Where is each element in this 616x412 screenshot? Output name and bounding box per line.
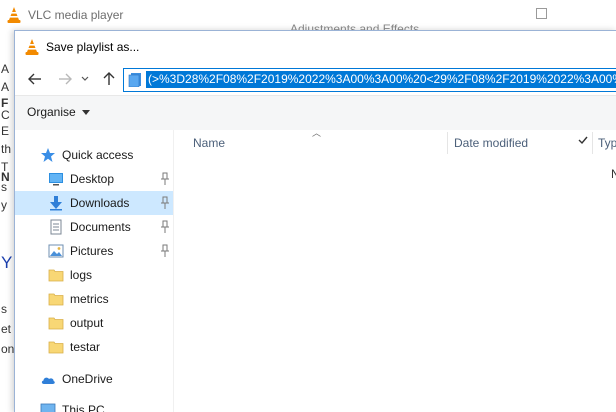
nav-item-label: metrics bbox=[70, 292, 109, 306]
column-divider[interactable] bbox=[592, 132, 593, 154]
maximize-icon[interactable] bbox=[536, 8, 547, 19]
arrow-up-icon bbox=[103, 72, 115, 85]
pin-icon[interactable] bbox=[159, 172, 171, 186]
nav-item-quick-access[interactable]: Quick access bbox=[15, 143, 173, 167]
nav-item-label: Pictures bbox=[70, 244, 114, 258]
sort-ascending-icon: ︿ bbox=[312, 130, 322, 138]
background-text: A bbox=[1, 62, 10, 76]
folder-icon bbox=[48, 341, 64, 354]
address-bar[interactable]: (>%3D28%2F08%2F2019%2022%3A00%3A00%20<29… bbox=[123, 68, 616, 92]
command-bar: Organise bbox=[15, 95, 616, 131]
address-value: (>%3D28%2F08%2F2019%2022%3A00%3A00%20<29… bbox=[146, 71, 616, 88]
organise-button[interactable]: Organise bbox=[27, 105, 90, 119]
nav-item-label: Desktop bbox=[70, 172, 115, 186]
nav-item-pictures[interactable]: Pictures bbox=[15, 239, 173, 263]
organise-label: Organise bbox=[27, 105, 76, 119]
file-list[interactable]: ︿ Name Date modified Typ N bbox=[174, 130, 616, 412]
background-text: on bbox=[1, 342, 15, 356]
nav-item-onedrive[interactable]: OneDrive bbox=[15, 367, 173, 391]
computer-icon bbox=[40, 403, 56, 412]
file-icon bbox=[128, 73, 141, 87]
navigation-bar: (>%3D28%2F08%2F2019%2022%3A00%3A00%20<29… bbox=[15, 63, 616, 95]
downloads-icon bbox=[50, 196, 62, 211]
arrow-right-icon bbox=[59, 73, 72, 85]
navigation-pane: Quick access Desktop Downloads Documents… bbox=[15, 130, 174, 412]
background-text: E bbox=[1, 124, 10, 138]
nav-item-logs[interactable]: logs bbox=[15, 263, 173, 287]
cloud-icon bbox=[41, 377, 55, 384]
save-playlist-dialog: Save playlist as... (>%3D28%2F08%2F2019%… bbox=[14, 30, 616, 412]
nav-item-label: output bbox=[70, 316, 104, 330]
nav-item-this-pc[interactable]: This PC bbox=[15, 398, 173, 412]
nav-item-downloads[interactable]: Downloads bbox=[15, 191, 173, 215]
desktop-icon bbox=[49, 173, 63, 186]
arrow-left-icon bbox=[28, 73, 41, 85]
nav-item-label: This PC bbox=[62, 403, 105, 412]
background-text: y bbox=[1, 198, 7, 212]
nav-item-label: logs bbox=[70, 268, 93, 282]
checkmark-icon bbox=[578, 136, 588, 145]
up-button[interactable] bbox=[99, 69, 119, 89]
column-header-date-modified[interactable]: Date modified bbox=[454, 136, 528, 162]
dialog-titlebar[interactable]: Save playlist as... bbox=[15, 31, 616, 63]
nav-item-documents[interactable]: Documents bbox=[15, 215, 173, 239]
nav-item-label: Quick access bbox=[62, 148, 134, 162]
pin-icon[interactable] bbox=[159, 220, 171, 234]
forward-button[interactable] bbox=[55, 69, 75, 89]
column-header-name[interactable]: Name bbox=[193, 136, 225, 162]
file-list-partial-text: N bbox=[611, 167, 616, 181]
nav-item-testar[interactable]: testar bbox=[15, 335, 173, 359]
nav-item-label: Documents bbox=[70, 220, 131, 234]
caret-down-icon bbox=[81, 110, 90, 116]
folder-icon bbox=[48, 293, 64, 306]
pictures-icon bbox=[48, 244, 64, 258]
vlc-cone-icon bbox=[25, 39, 39, 55]
background-text: s bbox=[1, 180, 7, 194]
back-button[interactable] bbox=[25, 69, 45, 89]
chevron-down-icon bbox=[81, 76, 89, 81]
nav-item-metrics[interactable]: metrics bbox=[15, 287, 173, 311]
column-divider[interactable] bbox=[447, 132, 448, 154]
folder-icon bbox=[48, 269, 64, 282]
nav-item-label: testar bbox=[70, 340, 101, 354]
background-text: et bbox=[1, 322, 12, 336]
background-text: Y bbox=[1, 253, 13, 272]
documents-icon bbox=[50, 219, 62, 235]
background-text: s bbox=[1, 302, 7, 316]
folder-icon bbox=[48, 317, 64, 330]
vlc-cone-icon bbox=[7, 7, 21, 23]
recent-locations-button[interactable] bbox=[79, 69, 91, 89]
pin-icon[interactable] bbox=[159, 244, 171, 258]
star-icon bbox=[41, 148, 55, 162]
nav-item-label: Downloads bbox=[70, 196, 130, 210]
nav-item-output[interactable]: output bbox=[15, 311, 173, 335]
vlc-background-text-strip: A A F C E th T N s y Y s et on bbox=[0, 30, 15, 412]
dialog-title: Save playlist as... bbox=[46, 40, 140, 54]
background-text: th bbox=[1, 142, 12, 156]
nav-item-label: OneDrive bbox=[62, 372, 113, 386]
background-text: C bbox=[1, 108, 10, 122]
column-header-type[interactable]: Typ bbox=[598, 136, 616, 162]
vlc-window-title: VLC media player bbox=[28, 8, 124, 22]
pin-icon[interactable] bbox=[159, 196, 171, 210]
background-text: A bbox=[1, 80, 10, 94]
screen: VLC media player Adjustments and Effects… bbox=[0, 0, 616, 412]
nav-item-desktop[interactable]: Desktop bbox=[15, 167, 173, 191]
